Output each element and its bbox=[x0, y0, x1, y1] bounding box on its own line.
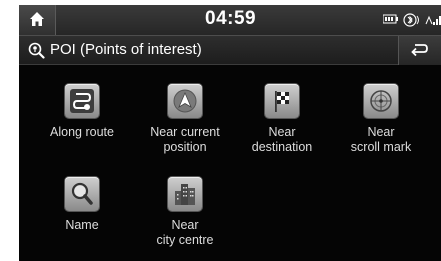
signal-icon bbox=[425, 15, 441, 25]
poi-near-destination-label: Near destination bbox=[251, 125, 313, 154]
poi-near-current-position[interactable]: Near current position bbox=[130, 84, 240, 156]
poi-near-scroll-mark-label: Near scroll mark bbox=[350, 125, 412, 154]
bluetooth-icon bbox=[403, 13, 419, 27]
page-title: POI (Points of interest) bbox=[50, 41, 202, 58]
home-button[interactable] bbox=[19, 5, 56, 35]
battery-icon bbox=[383, 14, 398, 24]
home-icon bbox=[30, 12, 44, 26]
poi-near-city-centre-label: Near city centre bbox=[156, 218, 214, 247]
poi-along-route[interactable]: Along route bbox=[27, 84, 137, 156]
title-bar: POI (Points of interest) bbox=[19, 35, 441, 65]
status-icons bbox=[381, 5, 441, 35]
status-bar: 04:59 bbox=[19, 5, 441, 35]
clock: 04:59 bbox=[205, 8, 257, 29]
poi-name-label: Name bbox=[65, 218, 99, 232]
back-button[interactable] bbox=[398, 36, 441, 65]
along-route-icon bbox=[65, 84, 99, 118]
back-arrow-icon bbox=[411, 44, 428, 57]
poi-search-icon bbox=[28, 42, 45, 59]
navigation-screen: 04:59 POI (Points of interest) Along rou… bbox=[19, 5, 441, 261]
poi-near-city-centre[interactable]: Near city centre bbox=[130, 177, 240, 249]
poi-name[interactable]: Name bbox=[27, 177, 137, 249]
poi-near-current-position-label: Near current position bbox=[150, 125, 220, 154]
poi-near-destination[interactable]: Near destination bbox=[227, 84, 337, 156]
crosshair-icon bbox=[364, 84, 398, 118]
poi-along-route-label: Along route bbox=[50, 125, 114, 139]
checkered-flag-icon bbox=[265, 84, 299, 118]
magnifier-icon bbox=[65, 177, 99, 211]
poi-near-scroll-mark[interactable]: Near scroll mark bbox=[326, 84, 436, 156]
city-buildings-icon bbox=[168, 177, 202, 211]
compass-arrow-icon bbox=[168, 84, 202, 118]
